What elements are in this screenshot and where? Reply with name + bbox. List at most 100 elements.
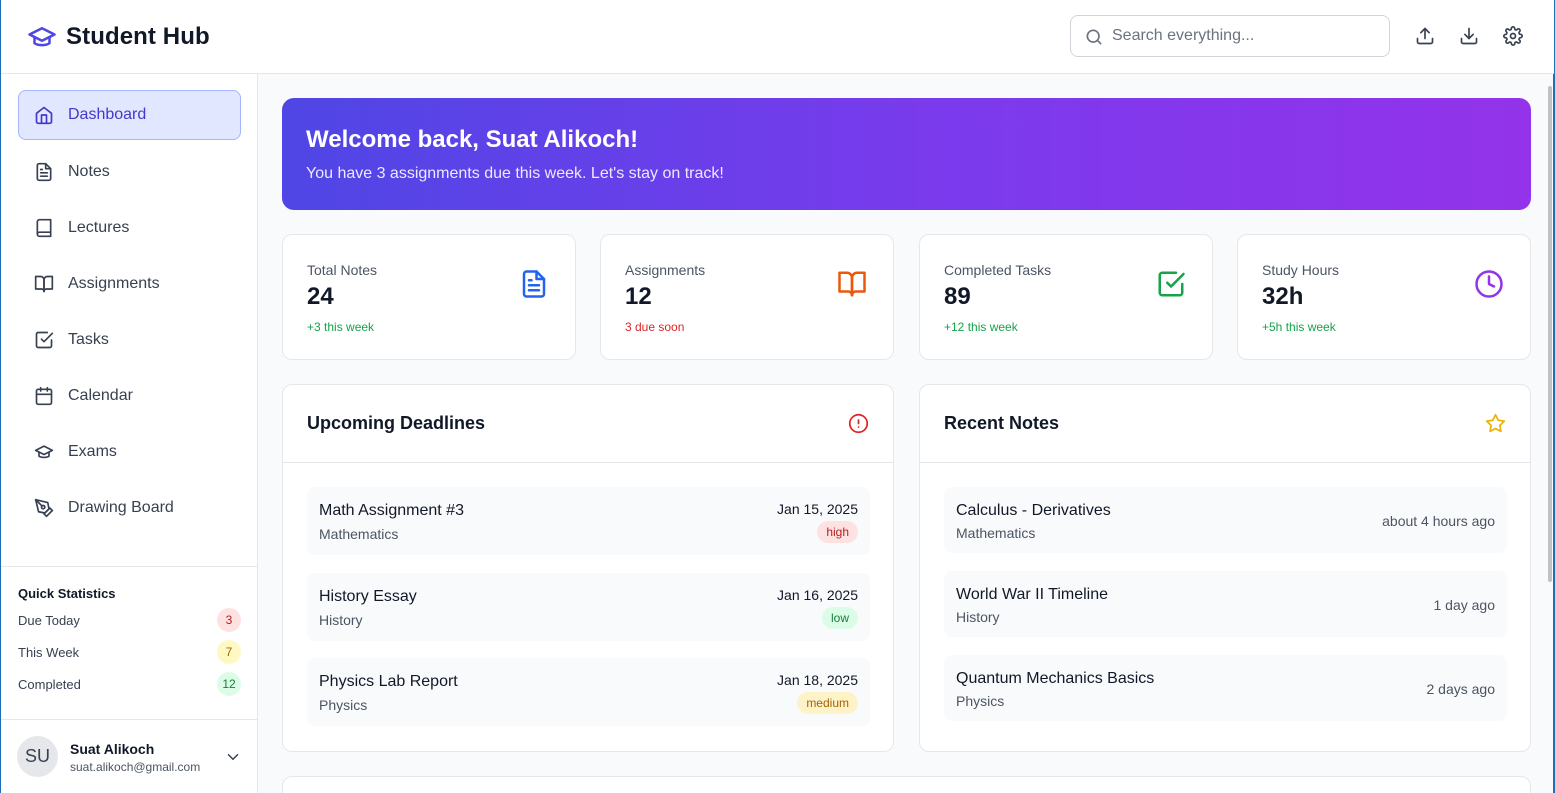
card-header: Recent Notes — [920, 385, 1530, 463]
note-title: World War II Timeline — [956, 586, 1109, 603]
graduation-cap-icon — [34, 445, 54, 459]
download-icon — [1460, 27, 1478, 45]
deadline-title: Physics Lab Report — [319, 673, 458, 690]
user-profile[interactable]: SU Suat Alikoch suat.alikoch@gmail.com — [1, 719, 257, 793]
file-text-icon — [36, 162, 52, 182]
quick-stat-label: Due Today — [18, 612, 80, 628]
home-icon — [35, 106, 53, 125]
note-subject: History — [956, 609, 1000, 625]
user-name: Suat Alikoch — [70, 741, 155, 757]
note-item[interactable]: World War II Timeline History 1 day ago — [944, 571, 1507, 637]
chevron-down-icon[interactable] — [224, 748, 242, 766]
deadline-item[interactable]: History Essay History Jan 16, 2025 low — [307, 573, 870, 641]
stat-delta: 3 due soon — [625, 320, 685, 334]
note-item[interactable]: Quantum Mechanics Basics Physics 2 days … — [944, 655, 1507, 721]
deadline-date: Jan 15, 2025 — [777, 501, 858, 517]
quick-stat-row: Completed 12 — [18, 672, 241, 696]
file-text-icon — [522, 270, 546, 298]
stat-label: Assignments — [625, 262, 706, 278]
card-header: Upcoming Deadlines — [283, 385, 893, 463]
sidebar-item-drawing-board[interactable]: Drawing Board — [18, 483, 241, 533]
upcoming-deadlines-card: Upcoming Deadlines Math Assignment #3 Ma… — [282, 384, 894, 752]
check-square-icon — [1158, 271, 1185, 297]
recent-notes-card: Recent Notes Calculus - Derivatives Math… — [919, 384, 1531, 752]
brand[interactable]: Student Hub — [26, 22, 210, 52]
stat-delta: +3 this week — [307, 320, 375, 334]
check-square-icon — [35, 331, 54, 349]
stat-card-total-notes[interactable]: Total Notes 24 +3 this week — [282, 234, 576, 360]
stat-label: Study Hours — [1262, 262, 1340, 278]
stat-value: 89 — [944, 283, 971, 310]
settings-button[interactable] — [1499, 22, 1527, 50]
avatar[interactable]: SU — [17, 736, 58, 777]
note-item[interactable]: Calculus - Derivatives Mathematics about… — [944, 487, 1507, 553]
quick-statistics-title: Quick Statistics — [18, 586, 116, 601]
card-title: Upcoming Deadlines — [307, 413, 486, 433]
priority-badge: low — [821, 607, 858, 629]
sidebar-item-exams[interactable]: Exams — [18, 427, 241, 477]
note-time: 1 day ago — [1433, 597, 1496, 613]
sidebar-item-dashboard[interactable]: Dashboard — [18, 90, 241, 140]
sidebar: Dashboard Notes Lectures Assignments Tas… — [1, 74, 258, 793]
sidebar-item-lectures[interactable]: Lectures — [18, 203, 241, 253]
deadline-title: Math Assignment #3 — [319, 502, 464, 519]
note-time: about 4 hours ago — [1382, 513, 1495, 529]
note-title: Calculus - Derivatives — [956, 502, 1111, 519]
stat-delta: +12 this week — [944, 320, 1018, 334]
sidebar-item-assignments[interactable]: Assignments — [18, 259, 241, 309]
welcome-title: Welcome back, Suat Alikoch! — [306, 126, 639, 153]
pen-tool-icon — [34, 498, 54, 518]
sidebar-item-label: Dashboard — [68, 106, 147, 123]
sidebar-item-label: Tasks — [68, 331, 109, 348]
upload-icon — [1416, 27, 1434, 45]
deadline-subject: Physics — [319, 697, 368, 713]
sidebar-item-notes[interactable]: Notes — [18, 147, 241, 197]
deadline-item[interactable]: Physics Lab Report Physics Jan 18, 2025 … — [307, 658, 870, 726]
note-title: Quantum Mechanics Basics — [956, 670, 1155, 687]
calendar-icon — [35, 386, 53, 406]
sidebar-item-label: Notes — [68, 163, 110, 180]
note-time: 2 days ago — [1426, 681, 1496, 697]
next-section-card — [282, 776, 1531, 793]
stat-label: Total Notes — [307, 262, 378, 278]
star-icon — [1485, 413, 1506, 433]
stat-card-study-hours[interactable]: Study Hours 32h +5h this week — [1237, 234, 1531, 360]
card-title: Recent Notes — [944, 413, 1060, 433]
sidebar-item-label: Lectures — [68, 219, 130, 236]
note-subject: Physics — [956, 693, 1005, 709]
scrollbar-thumb[interactable] — [1548, 86, 1552, 582]
sidebar-item-label: Drawing Board — [68, 499, 174, 516]
stat-value: 12 — [625, 283, 652, 310]
stat-label: Completed Tasks — [944, 262, 1052, 278]
deadline-subject: History — [319, 612, 363, 628]
deadline-title: History Essay — [319, 588, 417, 605]
quick-statistics: Quick Statistics Due Today 3 This Week 7… — [1, 566, 257, 720]
due-today-badge: 3 — [217, 608, 241, 632]
download-button[interactable] — [1455, 22, 1483, 50]
quick-stat-row: Due Today 3 — [18, 608, 241, 632]
search-icon — [1086, 29, 1102, 45]
sidebar-item-calendar[interactable]: Calendar — [18, 371, 241, 421]
user-email: suat.alikoch@gmail.com — [70, 760, 201, 774]
deadline-item[interactable]: Math Assignment #3 Mathematics Jan 15, 2… — [307, 487, 870, 555]
search-box[interactable] — [1070, 15, 1390, 57]
stat-card-completed-tasks[interactable]: Completed Tasks 89 +12 this week — [919, 234, 1213, 360]
upload-button[interactable] — [1411, 22, 1439, 50]
clock-icon — [1475, 270, 1503, 298]
deadline-date: Jan 16, 2025 — [777, 587, 858, 603]
welcome-banner: Welcome back, Suat Alikoch! You have 3 a… — [282, 98, 1531, 210]
sidebar-item-label: Assignments — [68, 275, 160, 292]
book-icon — [36, 218, 52, 238]
app-title: Student Hub — [66, 23, 210, 50]
search-input[interactable] — [1112, 24, 1377, 48]
stat-value: 32h — [1262, 283, 1304, 310]
stat-value: 24 — [307, 283, 334, 310]
top-bar: Student Hub — [1, 0, 1554, 74]
quick-stat-label: This Week — [18, 644, 80, 660]
quick-stat-row: This Week 7 — [18, 640, 241, 664]
gear-icon — [1503, 26, 1523, 46]
sidebar-item-tasks[interactable]: Tasks — [18, 315, 241, 365]
stat-card-assignments[interactable]: Assignments 12 3 due soon — [600, 234, 894, 360]
priority-badge: high — [817, 521, 858, 543]
deadline-subject: Mathematics — [319, 526, 399, 542]
